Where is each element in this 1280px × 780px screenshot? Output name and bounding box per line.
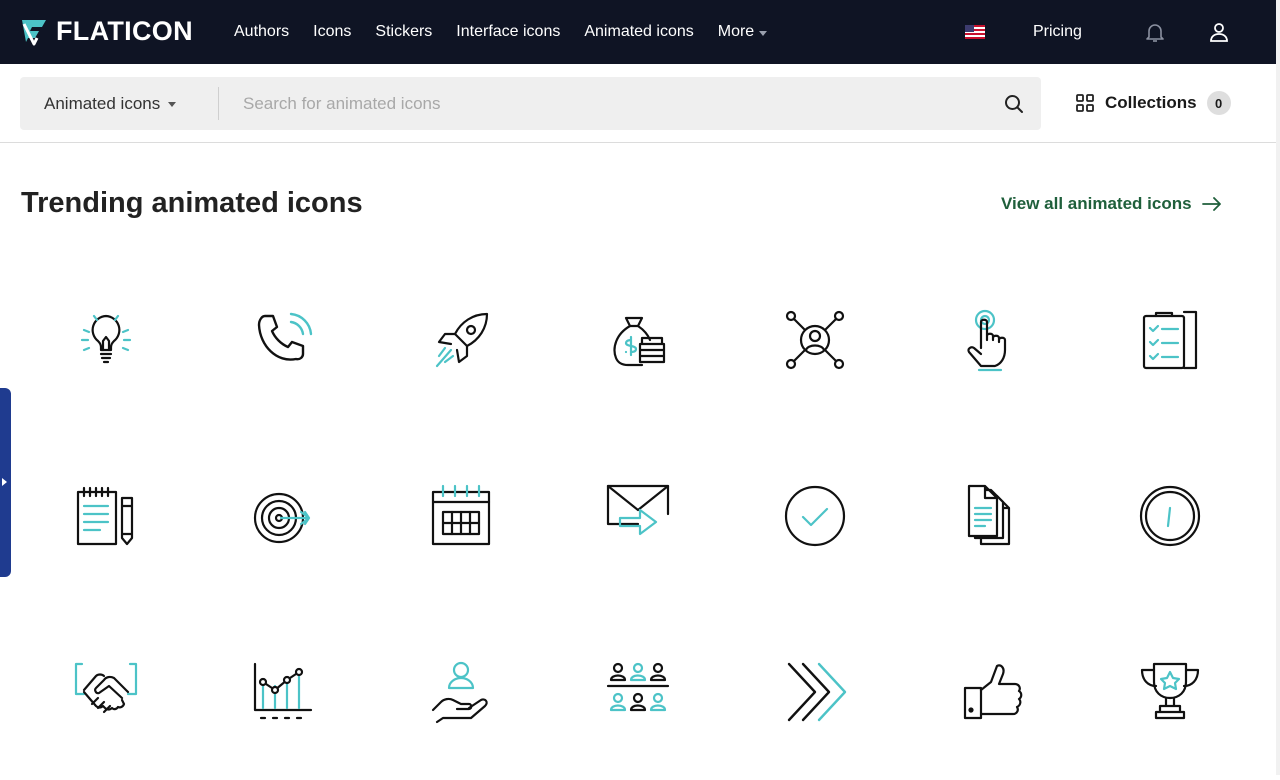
- documents-icon: [967, 484, 1010, 546]
- notepad-pencil-icon: [76, 486, 133, 546]
- nav-link-interface-icons[interactable]: Interface icons: [456, 23, 560, 41]
- user-icon[interactable]: [1207, 20, 1231, 44]
- icon-card[interactable]: [549, 604, 726, 780]
- icon-card[interactable]: [727, 428, 904, 604]
- icon-card[interactable]: [1082, 428, 1259, 604]
- team-group-icon: [606, 662, 670, 712]
- chevron-down-icon: [759, 30, 768, 36]
- search-input[interactable]: [243, 77, 983, 130]
- money-bag-icon: [613, 316, 666, 367]
- handshake-icon: [74, 662, 137, 714]
- flaticon-logo[interactable]: FLATICON: [20, 16, 193, 47]
- icon-card[interactable]: [727, 252, 904, 428]
- page-scrollbar[interactable]: [1276, 0, 1280, 775]
- icon-card[interactable]: [1082, 604, 1259, 780]
- icon-card[interactable]: [194, 604, 371, 780]
- nav-link-stickers[interactable]: Stickers: [375, 23, 432, 41]
- view-all-label: View all animated icons: [1001, 194, 1192, 213]
- logo-text: FLATICON: [56, 16, 193, 46]
- icon-card[interactable]: [549, 428, 726, 604]
- nav-links: Authors Icons Stickers Interface icons A…: [234, 0, 791, 64]
- nav-more-label: More: [717, 23, 755, 40]
- nav-link-animated-icons[interactable]: Animated icons: [584, 23, 693, 41]
- icon-card[interactable]: [17, 604, 194, 780]
- icon-card[interactable]: [549, 252, 726, 428]
- icon-card[interactable]: [372, 428, 549, 604]
- chevron-down-icon: [168, 102, 177, 107]
- us-flag-icon[interactable]: [965, 25, 985, 39]
- icon-card[interactable]: [904, 604, 1081, 780]
- icon-grid: [17, 252, 1259, 775]
- icon-card[interactable]: [904, 428, 1081, 604]
- icon-card[interactable]: [194, 428, 371, 604]
- rocket-icon: [435, 312, 488, 368]
- grid-icon: [1076, 94, 1094, 112]
- icon-card[interactable]: [727, 604, 904, 780]
- trophy-icon: [1141, 662, 1200, 720]
- hand-user-icon: [431, 661, 488, 724]
- search-scope-dropdown[interactable]: Animated icons: [44, 77, 177, 130]
- target-arrow-icon: [254, 492, 311, 544]
- email-forward-icon: [606, 484, 670, 536]
- network-user-icon: [786, 310, 845, 370]
- thumbs-up-icon: [963, 664, 1023, 720]
- clipboard-checklist-icon: [1143, 310, 1198, 370]
- double-chevron-icon: [788, 662, 847, 722]
- bell-icon[interactable]: [1143, 20, 1167, 44]
- view-all-link[interactable]: View all animated icons: [1001, 194, 1222, 214]
- arrow-right-icon: [1201, 197, 1221, 211]
- flaticon-logo-icon: [22, 19, 46, 45]
- collections-button[interactable]: Collections 0: [1075, 91, 1231, 115]
- icon-card[interactable]: [372, 252, 549, 428]
- icon-card[interactable]: [372, 604, 549, 780]
- nav-more-menu[interactable]: More: [717, 23, 768, 41]
- phone-call-icon: [257, 312, 313, 361]
- page-title: Trending animated icons: [21, 187, 363, 219]
- search-box: Animated icons: [20, 77, 1041, 130]
- search-scope-label: Animated icons: [44, 93, 161, 113]
- tap-hand-icon: [967, 309, 1006, 372]
- calendar-icon: [431, 484, 490, 546]
- side-panel-toggle[interactable]: [0, 388, 11, 577]
- check-circle-icon: [785, 485, 846, 547]
- line-chart-icon: [254, 662, 313, 720]
- lightbulb-icon: [80, 314, 131, 364]
- pricing-link[interactable]: Pricing: [1033, 0, 1082, 64]
- search-icon[interactable]: [1002, 92, 1026, 116]
- nav-link-icons[interactable]: Icons: [313, 23, 351, 41]
- collections-count-badge: 0: [1206, 91, 1231, 115]
- icon-card[interactable]: [17, 252, 194, 428]
- icon-card[interactable]: [1082, 252, 1259, 428]
- collections-label: Collections: [1105, 93, 1197, 112]
- nav-link-authors[interactable]: Authors: [234, 23, 289, 41]
- icon-card[interactable]: [904, 252, 1081, 428]
- top-navbar: FLATICON Authors Icons Stickers Interfac…: [0, 0, 1276, 64]
- icon-card[interactable]: [17, 428, 194, 604]
- search-row: Animated icons Collections 0: [0, 64, 1276, 143]
- search-divider: [218, 87, 219, 120]
- clock-icon: [1140, 485, 1201, 547]
- icon-card[interactable]: [194, 252, 371, 428]
